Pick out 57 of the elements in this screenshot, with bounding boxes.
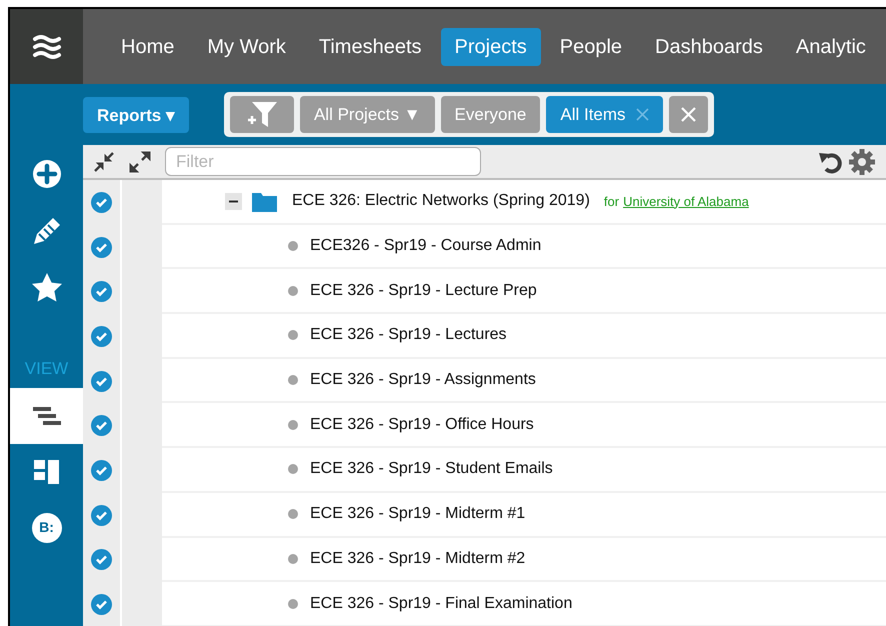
bullet-icon bbox=[288, 464, 298, 474]
client-prefix: for bbox=[604, 192, 620, 211]
nav-tab[interactable]: People bbox=[546, 28, 636, 66]
task-name: ECE 326 - Spr19 - Student Emails bbox=[310, 459, 553, 480]
checked-icon[interactable] bbox=[91, 504, 112, 526]
checked-icon[interactable] bbox=[91, 415, 112, 436]
checked-icon[interactable] bbox=[91, 236, 112, 258]
nav-tab[interactable]: Timesheets bbox=[304, 28, 436, 66]
close-icon bbox=[680, 107, 696, 122]
bullet-icon bbox=[288, 598, 298, 609]
bullet-icon bbox=[288, 509, 298, 520]
expand-all-icon[interactable] bbox=[129, 150, 151, 172]
bullet-icon bbox=[288, 554, 298, 564]
task-name: ECE 326 - Spr19 - Lectures bbox=[310, 325, 507, 346]
logo-icon bbox=[32, 34, 62, 60]
bullet-icon bbox=[288, 286, 298, 296]
checked-icon[interactable] bbox=[91, 594, 112, 616]
reports-button[interactable]: Reports ▾ bbox=[83, 96, 189, 132]
filter-field[interactable]: Filter bbox=[165, 147, 481, 176]
nav-tab[interactable]: Home bbox=[107, 28, 188, 66]
add-icon[interactable] bbox=[32, 158, 62, 188]
star-icon[interactable] bbox=[30, 272, 62, 303]
task-name: ECE 326 - Spr19 - Final Examination bbox=[310, 594, 572, 614]
bullet-icon bbox=[288, 241, 298, 252]
folder-icon bbox=[252, 190, 277, 212]
bullet-icon bbox=[288, 420, 298, 430]
nav-tab[interactable]: My Work bbox=[193, 28, 300, 66]
checked-icon[interactable] bbox=[91, 192, 112, 213]
task-name: ECE 326 - Spr19 - Midterm #1 bbox=[310, 504, 526, 524]
task-name: ECE 326 - Spr19 - Midterm #2 bbox=[310, 548, 526, 569]
funnel-plus-icon bbox=[246, 100, 278, 128]
task-name: ECE 326 - Spr19 - Assignments bbox=[310, 370, 536, 390]
task-name: ECE326 - Spr19 - Course Admin bbox=[310, 236, 542, 256]
settings-icon[interactable] bbox=[848, 148, 876, 176]
nav-tab[interactable]: Dashboards bbox=[641, 28, 777, 66]
clear-filters-button[interactable] bbox=[668, 96, 708, 133]
project-name: ECE 326: Electric Networks (Spring 2019) bbox=[292, 191, 590, 212]
task-name: ECE 326 - Spr19 - Office Hours bbox=[310, 414, 534, 435]
nav-tab[interactable]: Analytic bbox=[782, 28, 880, 66]
collapse-toggle-icon[interactable] bbox=[225, 192, 242, 210]
checked-icon[interactable] bbox=[91, 326, 112, 347]
board-view-icon[interactable] bbox=[34, 460, 60, 484]
view-label: VIEW bbox=[24, 358, 68, 380]
nav-tab[interactable]: Projects bbox=[440, 28, 541, 66]
gantt-view-icon[interactable] bbox=[32, 406, 60, 424]
bullet-icon bbox=[288, 330, 298, 340]
checked-icon[interactable] bbox=[91, 460, 112, 481]
checked-icon[interactable] bbox=[91, 370, 112, 392]
filter-chip[interactable]: All Items bbox=[546, 96, 663, 133]
b-badge-icon[interactable]: B: bbox=[32, 512, 62, 542]
task-name: ECE 326 - Spr19 - Lecture Prep bbox=[310, 280, 537, 301]
collapse-all-icon[interactable] bbox=[93, 150, 115, 172]
checked-icon[interactable] bbox=[91, 549, 112, 570]
bullet-icon bbox=[288, 375, 298, 386]
checked-icon[interactable] bbox=[91, 281, 112, 302]
add-filter-button[interactable] bbox=[230, 96, 294, 133]
client-link[interactable]: University of Alabama bbox=[623, 192, 749, 212]
